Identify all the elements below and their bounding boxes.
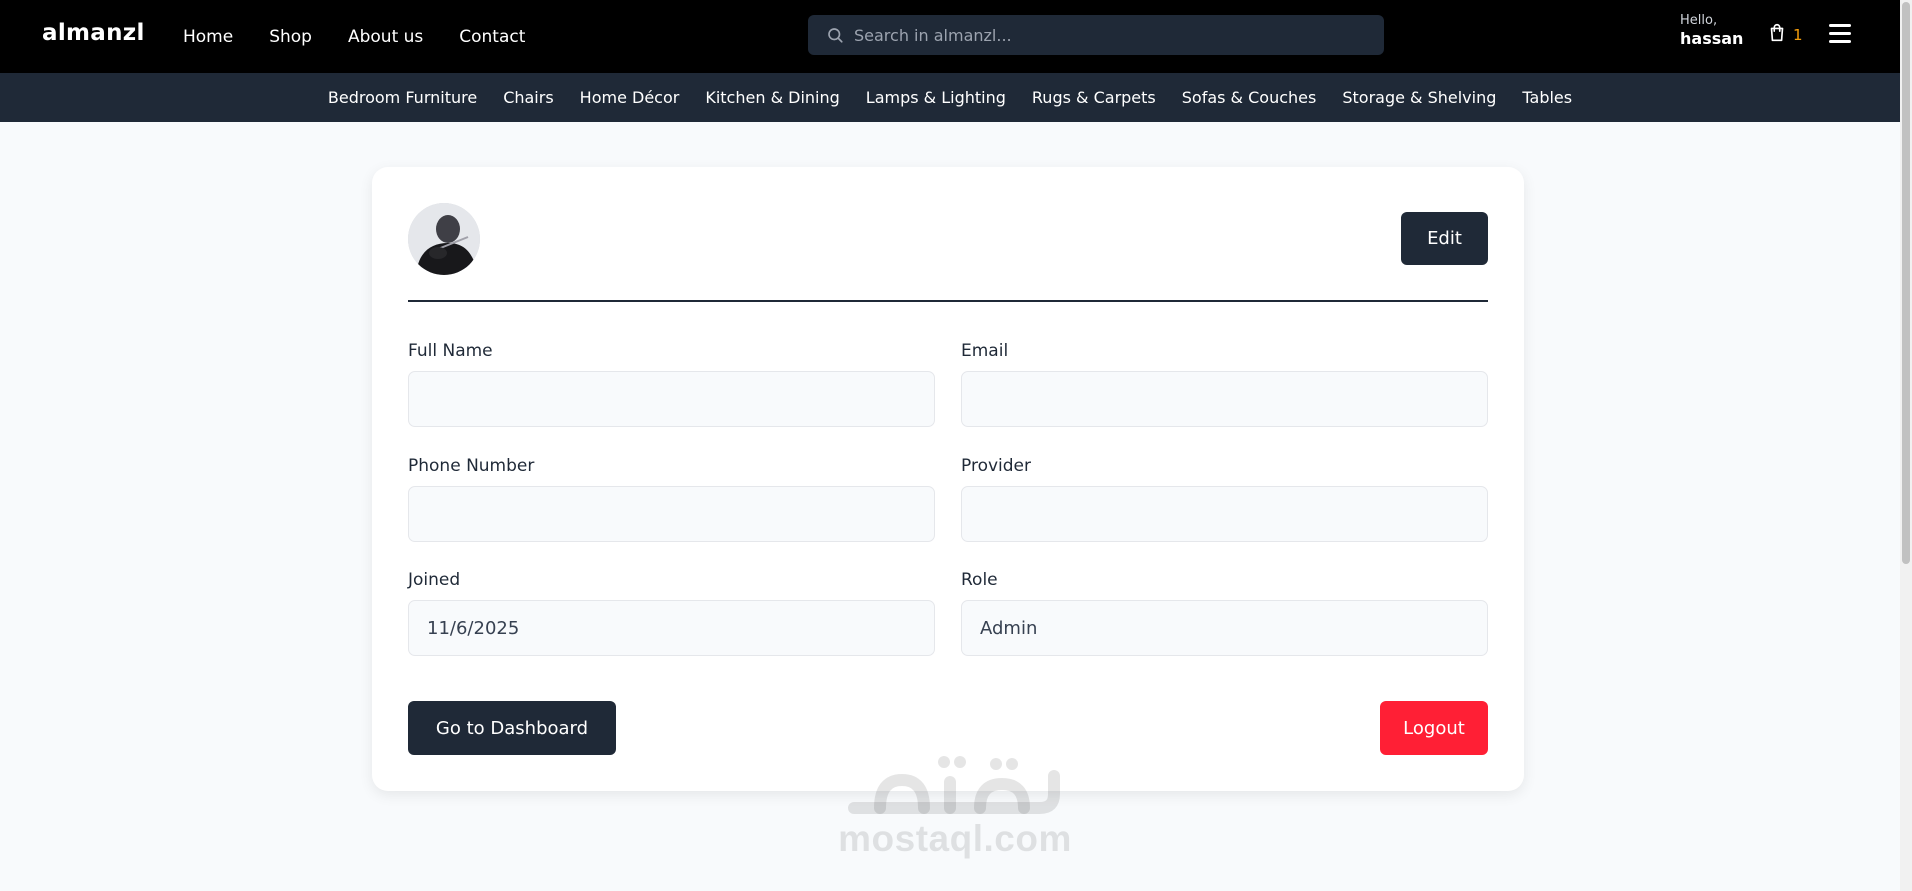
cart-button[interactable]: 1 bbox=[1766, 22, 1803, 48]
watermark-logo bbox=[848, 756, 1060, 814]
user-greeting[interactable]: Hello, hassan bbox=[1680, 13, 1743, 48]
nav-about[interactable]: About us bbox=[348, 27, 423, 47]
edit-button[interactable]: Edit bbox=[1401, 212, 1488, 265]
full-name-field: Full Name bbox=[408, 341, 935, 427]
category-bar: Bedroom Furniture Chairs Home Décor Kitc… bbox=[0, 73, 1900, 122]
category-home-decor[interactable]: Home Décor bbox=[580, 88, 680, 107]
category-lamps-lighting[interactable]: Lamps & Lighting bbox=[866, 88, 1006, 107]
email-label: Email bbox=[961, 341, 1009, 361]
nav-shop[interactable]: Shop bbox=[269, 27, 312, 47]
category-storage-shelving[interactable]: Storage & Shelving bbox=[1342, 88, 1496, 107]
search-bar bbox=[808, 15, 1384, 55]
go-to-dashboard-button[interactable]: Go to Dashboard bbox=[408, 701, 616, 755]
search-input[interactable] bbox=[854, 25, 1374, 45]
provider-label: Provider bbox=[961, 456, 1031, 476]
hamburger-menu-icon[interactable] bbox=[1829, 24, 1851, 44]
profile-card: Edit Full Name Email Phone Number Provid… bbox=[372, 167, 1524, 791]
category-sofas-couches[interactable]: Sofas & Couches bbox=[1182, 88, 1317, 107]
phone-label: Phone Number bbox=[408, 456, 535, 476]
full-name-label: Full Name bbox=[408, 341, 493, 361]
logout-button[interactable]: Logout bbox=[1380, 701, 1488, 755]
avatar bbox=[408, 203, 480, 275]
cart-icon bbox=[1766, 22, 1788, 48]
watermark-text: mostaql.com bbox=[838, 818, 1072, 859]
role-label: Role bbox=[961, 570, 998, 590]
watermark: mostaql.com bbox=[830, 752, 1080, 860]
category-bedroom-furniture[interactable]: Bedroom Furniture bbox=[328, 88, 477, 107]
nav-home[interactable]: Home bbox=[183, 27, 233, 47]
cart-count-badge: 1 bbox=[1793, 26, 1803, 44]
category-kitchen-dining[interactable]: Kitchen & Dining bbox=[705, 88, 839, 107]
search-icon bbox=[826, 26, 844, 44]
role-input[interactable] bbox=[961, 600, 1488, 656]
email-field: Email bbox=[961, 341, 1488, 427]
category-chairs[interactable]: Chairs bbox=[503, 88, 553, 107]
category-rugs-carpets[interactable]: Rugs & Carpets bbox=[1032, 88, 1156, 107]
divider bbox=[408, 300, 1488, 302]
joined-field: Joined bbox=[408, 570, 935, 656]
full-name-input[interactable] bbox=[408, 371, 935, 427]
scrollbar-thumb[interactable] bbox=[1902, 2, 1910, 564]
joined-label: Joined bbox=[408, 570, 461, 590]
phone-input[interactable] bbox=[408, 486, 935, 542]
main-nav: Home Shop About us Contact bbox=[183, 0, 561, 73]
page-scrollbar[interactable] bbox=[1900, 0, 1912, 891]
username: hassan bbox=[1680, 28, 1744, 48]
provider-field: Provider bbox=[961, 456, 1488, 542]
role-field: Role bbox=[961, 570, 1488, 656]
category-tables[interactable]: Tables bbox=[1522, 88, 1572, 107]
top-navbar: almanzl Home Shop About us Contact Hello… bbox=[0, 0, 1900, 73]
email-input[interactable] bbox=[961, 371, 1488, 427]
site-logo[interactable]: almanzl bbox=[42, 20, 145, 46]
greeting-text: Hello, bbox=[1680, 13, 1718, 28]
nav-contact[interactable]: Contact bbox=[459, 27, 525, 47]
phone-field: Phone Number bbox=[408, 456, 935, 542]
joined-input[interactable] bbox=[408, 600, 935, 656]
provider-input[interactable] bbox=[961, 486, 1488, 542]
